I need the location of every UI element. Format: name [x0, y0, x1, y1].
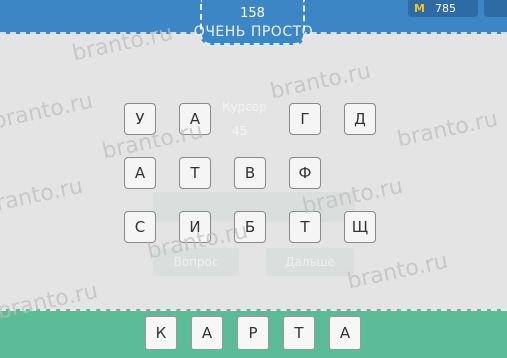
letter-tile[interactable]: Д: [344, 103, 376, 135]
ghost-right-button: Дальше: [266, 248, 354, 276]
answer-tile[interactable]: Т: [283, 316, 315, 350]
letter-tile[interactable]: Г: [289, 103, 321, 135]
letter-tile[interactable]: А: [124, 157, 156, 189]
coins-counter[interactable]: M 785: [408, 0, 478, 17]
ghost-hint-word: Курсор: [222, 100, 267, 114]
letter-tile[interactable]: Щ: [344, 211, 376, 243]
answer-tile[interactable]: Р: [237, 316, 269, 350]
coin-icon: M: [414, 2, 425, 15]
answer-tile[interactable]: А: [191, 316, 223, 350]
letter-tile[interactable]: В: [234, 157, 266, 189]
menu-button[interactable]: [484, 0, 507, 17]
watermark: branto.ru: [268, 58, 374, 105]
coins-value: 785: [434, 2, 456, 15]
answer-tile[interactable]: А: [329, 316, 361, 350]
ghost-title: ОЧЕНЬ ПРОСТО: [193, 24, 314, 40]
watermark: branto.ru: [0, 88, 96, 135]
ghost-hint-cost: 45: [232, 124, 248, 138]
watermark: branto.ru: [345, 248, 451, 295]
answer-tile[interactable]: К: [145, 316, 177, 350]
letter-tile[interactable]: Т: [179, 157, 211, 189]
watermark: branto.ru: [395, 106, 501, 153]
letter-tile[interactable]: Ф: [289, 157, 321, 189]
watermark: branto.ru: [0, 173, 86, 220]
